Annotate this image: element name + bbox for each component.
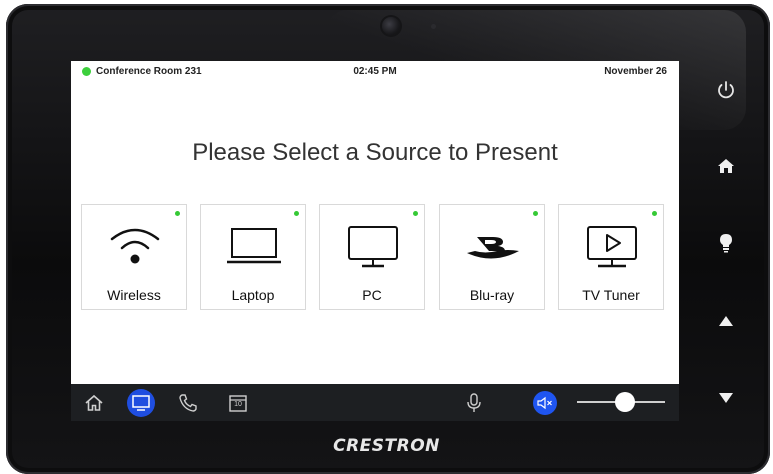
source-label: PC [362, 287, 382, 303]
bluray-icon [467, 237, 519, 259]
calendar-button[interactable]: 10 [227, 392, 249, 414]
page-title: Please Select a Source to Present [192, 139, 558, 166]
source-label: Blu-ray [469, 287, 515, 303]
source-tile-bluray[interactable]: Blu-ray [439, 204, 545, 310]
source-status-led [533, 211, 538, 216]
down-arrow-icon[interactable] [714, 386, 738, 410]
date: November 26 [604, 66, 667, 77]
volume-slider-thumb[interactable] [615, 392, 635, 412]
wifi-icon [110, 228, 160, 264]
microphone-icon[interactable] [463, 392, 485, 414]
home-icon[interactable] [83, 392, 105, 414]
calendar-day: 10 [234, 401, 242, 408]
clock: 02:45 PM [353, 66, 397, 77]
source-status-led [175, 211, 180, 216]
brand-logo: CRESTRON [333, 436, 440, 456]
touch-screen: Conference Room 231 02:45 PM November 26… [71, 61, 679, 421]
monitor-icon [348, 226, 398, 268]
bottom-toolbar: 10 [71, 384, 679, 421]
display-button[interactable] [127, 389, 155, 417]
status-bar: Conference Room 231 02:45 PM November 26 [71, 61, 679, 83]
light-bulb-icon[interactable] [714, 231, 738, 255]
home-icon[interactable] [714, 154, 738, 178]
source-status-led [413, 211, 418, 216]
phone-icon[interactable] [177, 392, 199, 414]
source-status-led [294, 211, 299, 216]
source-label: Laptop [231, 287, 275, 303]
mute-button[interactable] [533, 391, 557, 415]
mute-icon [537, 396, 552, 410]
camera-lens [382, 17, 400, 35]
tv-play-icon [587, 226, 637, 268]
source-tile-tv-tuner[interactable]: TV Tuner [558, 204, 664, 310]
up-arrow-icon[interactable] [714, 309, 738, 333]
power-icon[interactable] [714, 78, 738, 102]
laptop-icon [227, 228, 281, 264]
light-sensor [431, 24, 436, 29]
source-status-led [652, 211, 657, 216]
source-tile-wireless[interactable]: Wireless [81, 204, 187, 310]
display-icon [132, 395, 150, 411]
source-label: Wireless [107, 287, 161, 303]
source-label: TV Tuner [582, 287, 640, 303]
source-tile-pc[interactable]: PC [319, 204, 425, 310]
source-tile-laptop[interactable]: Laptop [200, 204, 306, 310]
